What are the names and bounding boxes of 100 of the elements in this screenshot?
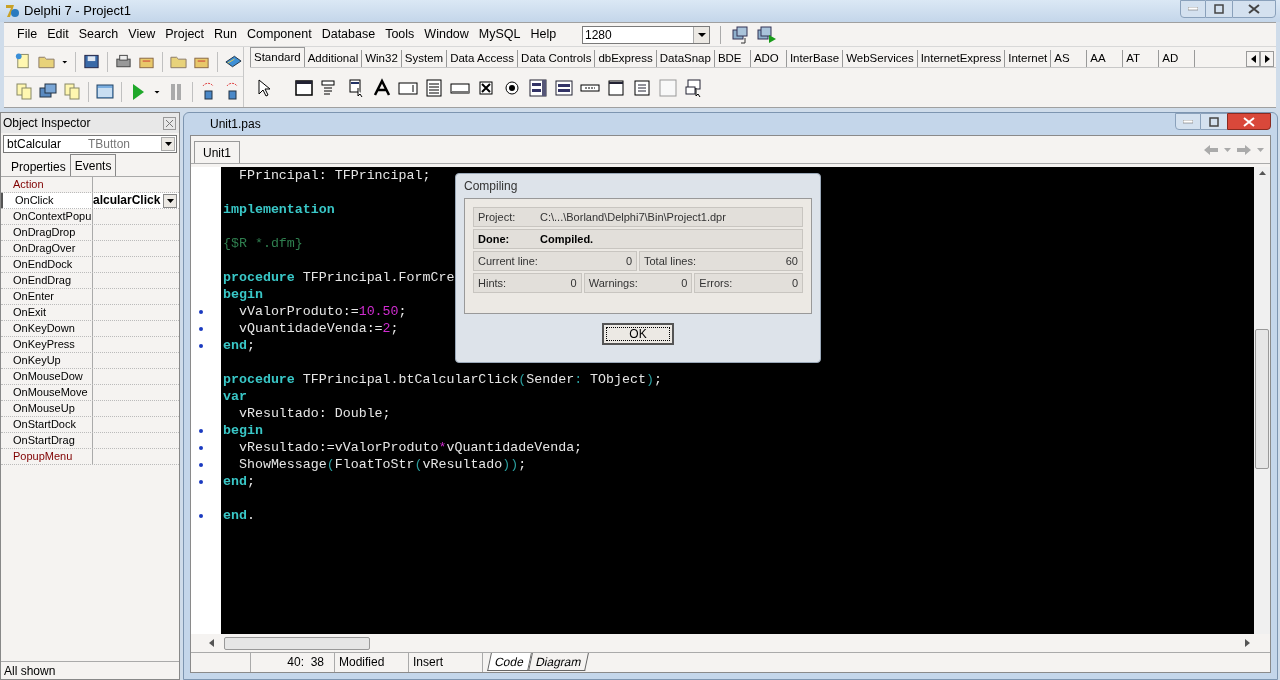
menu-item[interactable]: Edit	[42, 25, 74, 44]
palette-tab[interactable]: Additional	[304, 50, 363, 67]
palette-tab[interactable]: WebServices	[843, 50, 918, 67]
file-tab[interactable]: Unit1	[194, 141, 240, 163]
field-value: C:\...\Borland\Delphi7\Bin\Project1.dpr	[540, 209, 726, 225]
memo-icon[interactable]	[424, 77, 444, 98]
menu-item[interactable]: Database	[316, 25, 381, 44]
property-name[interactable]: OnMouseUp	[1, 401, 93, 416]
restore-button[interactable]	[1201, 113, 1227, 130]
property-name[interactable]: OnEnter	[1, 289, 93, 304]
palette-tab[interactable]: Internet	[1005, 50, 1052, 67]
dropdown-icon	[166, 198, 174, 203]
property-name[interactable]: OnStartDock	[1, 417, 93, 432]
menu-item[interactable]: Tools	[380, 25, 420, 44]
palette-tab[interactable]: AT	[1123, 50, 1160, 67]
window-title: Unit1.pas	[209, 116, 261, 133]
close-button[interactable]	[1232, 0, 1276, 18]
scroll-up-icon[interactable]	[1258, 171, 1266, 175]
close-icon	[1248, 4, 1260, 14]
view-tab[interactable]: Diagram	[527, 653, 589, 671]
scroll-left-button[interactable]	[1246, 51, 1260, 67]
close-button[interactable]	[163, 116, 176, 130]
menu-item[interactable]: Window	[419, 25, 474, 44]
property-name[interactable]: PopupMenu	[1, 449, 93, 464]
palette-tab[interactable]: AD	[1159, 50, 1196, 67]
vertical-scrollbar[interactable]	[1254, 167, 1270, 634]
palette-tab[interactable]: System	[401, 50, 448, 67]
property-name[interactable]: OnEndDock	[1, 257, 93, 272]
radio-group-icon[interactable]	[632, 77, 652, 98]
palette-tab[interactable]: AA	[1087, 50, 1124, 67]
palette-tab[interactable]: Win32	[362, 50, 402, 67]
close-icon	[166, 119, 173, 127]
panel-tab[interactable]: Properties	[7, 158, 70, 176]
dialog-title: Compiling	[464, 178, 519, 195]
palette-tab[interactable]: DataSnap	[656, 50, 715, 67]
label-icon[interactable]	[372, 77, 392, 98]
palette-tab[interactable]: InternetExpress	[917, 50, 1006, 67]
desktop-combo[interactable]: 1280	[582, 25, 710, 44]
listbox-icon[interactable]	[528, 77, 548, 98]
status-text: All shown	[4, 662, 56, 680]
menu-item[interactable]: View	[123, 25, 161, 44]
menu-item[interactable]: Project	[160, 25, 210, 44]
form-icon[interactable]	[95, 82, 115, 102]
close-button[interactable]	[1227, 113, 1271, 130]
property-name[interactable]: OnMouseMove	[1, 385, 93, 400]
code-line: begin	[222, 422, 263, 439]
menu-item[interactable]: Help	[525, 25, 562, 44]
view-tab[interactable]: Code	[487, 653, 532, 671]
panel-tab[interactable]: Events	[69, 154, 117, 176]
property-name[interactable]: OnDragDrop	[1, 225, 93, 240]
frame-icon[interactable]	[294, 77, 314, 98]
code-line: var	[222, 388, 247, 405]
code-line: vValorProduto:=10.50;	[237, 303, 407, 320]
menu-item[interactable]: Search	[73, 25, 124, 44]
palette-tab[interactable]: InterBase	[786, 50, 844, 67]
menu-item[interactable]: Run	[209, 25, 243, 44]
menu-item[interactable]: MySQL	[473, 25, 526, 44]
code-line: vResultado: Double;	[237, 405, 391, 422]
palette-tab[interactable]: Data Controls	[518, 50, 596, 67]
restore-button[interactable]	[1206, 0, 1232, 18]
component-selector[interactable]: btCalcular TButton	[3, 135, 177, 153]
horizontal-scrollbar-thumb[interactable]	[224, 636, 370, 650]
scroll-left-icon[interactable]	[209, 639, 214, 647]
property-name[interactable]: OnExit	[1, 305, 93, 320]
close-icon	[1243, 116, 1255, 127]
palette-tab[interactable]: Data Access	[447, 50, 519, 67]
property-name[interactable]: OnStartDrag	[1, 433, 93, 448]
property-name[interactable]: OnDragOver	[1, 241, 93, 256]
action-list-icon[interactable]	[684, 77, 704, 98]
field-value: 60	[785, 253, 798, 269]
field-label: Current line:	[478, 253, 538, 269]
restore-icon	[1209, 116, 1219, 127]
code-line: implementation	[222, 201, 335, 218]
property-name[interactable]: OnEndDrag	[1, 273, 93, 288]
code-line: procedure TFPrincipal.FormCre	[222, 269, 455, 286]
scroll-right-button[interactable]	[1260, 51, 1274, 67]
database-run-icon[interactable]	[757, 25, 777, 44]
groupbox-icon[interactable]	[606, 77, 626, 98]
property-name[interactable]: OnKeyUp	[1, 353, 93, 368]
database-stack-icon[interactable]	[731, 25, 751, 44]
property-name[interactable]: OnKeyPress	[1, 337, 93, 352]
property-name[interactable]: OnKeyDown	[1, 321, 93, 336]
ok-button[interactable]: OK	[602, 323, 674, 345]
palette-tab[interactable]: dbExpress	[595, 50, 657, 67]
right-arrow-icon	[1264, 55, 1270, 63]
property-name[interactable]: Action	[1, 177, 93, 192]
property-name[interactable]: OnMouseDow	[1, 369, 93, 384]
menu-item[interactable]: Component	[242, 25, 317, 44]
app-logo-icon	[4, 3, 20, 19]
scroll-right-icon[interactable]	[1245, 639, 1250, 647]
dropdown-button[interactable]	[163, 193, 177, 208]
field-label: Project:	[478, 209, 517, 225]
code-line: ShowMessage(FloatToStr(vResultado));	[237, 456, 527, 473]
palette-tab[interactable]: AS	[1051, 50, 1088, 67]
palette-tab[interactable]: Standard	[250, 47, 305, 67]
combobox-icon[interactable]	[554, 77, 574, 98]
property-name[interactable]: OnContextPopu	[1, 209, 93, 224]
palette-tab[interactable]: ADO	[750, 50, 787, 67]
palette-tab[interactable]: BDE	[714, 50, 751, 67]
menu-item[interactable]: File	[12, 25, 43, 44]
